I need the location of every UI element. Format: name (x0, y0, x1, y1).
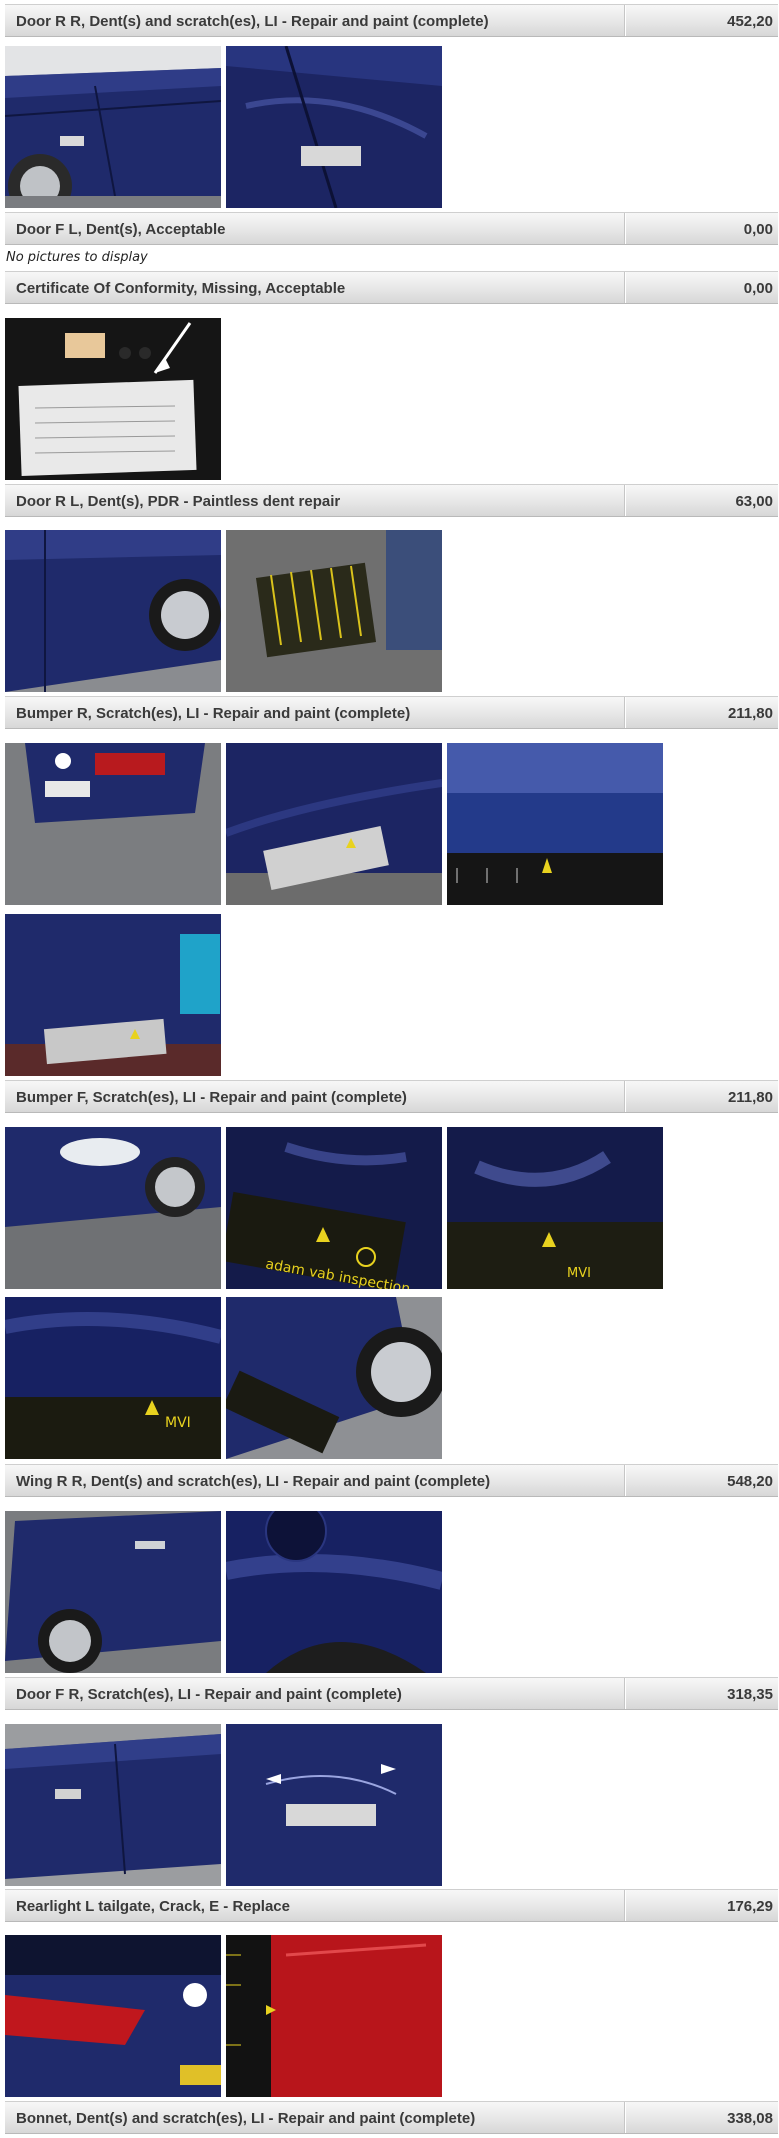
documents-photo (5, 318, 221, 480)
damage-title: Door R R, Dent(s) and scratch(es), LI - … (16, 13, 489, 30)
damage-photo-thumbnail[interactable] (5, 1511, 221, 1673)
column-divider (625, 1678, 626, 1709)
damage-photo-thumbnail[interactable] (5, 318, 221, 480)
rear-door-photo (5, 530, 221, 692)
column-divider (625, 485, 626, 516)
front-bumper-photo (5, 1127, 221, 1289)
damage-photo-thumbnail[interactable] (226, 1935, 442, 2097)
damage-photo-thumbnail[interactable] (226, 1511, 442, 1673)
damage-photo-thumbnail[interactable]: MVI (447, 1127, 663, 1289)
column-divider (625, 272, 626, 303)
front-door-photo (5, 1724, 221, 1886)
damage-title: Rearlight L tailgate, Crack, E - Replace (16, 1898, 290, 1915)
damage-title: Bumper R, Scratch(es), LI - Repair and p… (16, 705, 411, 722)
damage-amount: 318,35 (727, 1686, 773, 1703)
bumper-closeup-photo (447, 743, 663, 905)
damage-title: Bumper F, Scratch(es), LI - Repair and p… (16, 1089, 407, 1106)
damage-photo-thumbnail[interactable] (5, 46, 221, 208)
damage-title: Door F R, Scratch(es), LI - Repair and p… (16, 1686, 402, 1703)
damage-row-header[interactable]: Rearlight L tailgate, Crack, E - Replace… (5, 1889, 778, 1922)
damage-amount: 211,80 (727, 705, 773, 722)
door-photo (5, 46, 221, 208)
damage-photo-thumbnail[interactable]: adam vab inspection (226, 1127, 442, 1289)
logo-watermark: MVI (567, 1266, 591, 1281)
damage-row-header[interactable]: Door R R, Dent(s) and scratch(es), LI - … (5, 4, 778, 37)
damage-row-header[interactable]: Certificate Of Conformity, Missing, Acce… (5, 271, 778, 304)
damage-photo-thumbnail[interactable] (226, 530, 442, 692)
door-scratch-photo (226, 1724, 442, 1886)
damage-amount: 0,00 (743, 221, 773, 238)
damage-row-header[interactable]: Bonnet, Dent(s) and scratch(es), LI - Re… (5, 2101, 778, 2134)
damage-row-header[interactable]: Door F R, Scratch(es), LI - Repair and p… (5, 1677, 778, 1710)
damage-row-header[interactable]: Bumper R, Scratch(es), LI - Repair and p… (5, 696, 778, 729)
column-divider (625, 5, 626, 36)
damage-amount: 0,00 (743, 280, 773, 297)
damage-amount: 452,20 (727, 13, 773, 30)
damage-title: Door F L, Dent(s), Acceptable (16, 221, 226, 238)
wing-dent-photo (226, 1511, 442, 1673)
tailgate-photo (5, 1935, 221, 2097)
bumper-ruler-photo (226, 743, 442, 905)
damage-photo-thumbnail[interactable] (5, 530, 221, 692)
damage-amount: 211,80 (727, 1089, 773, 1106)
damage-amount: 338,08 (727, 2110, 773, 2127)
column-divider (625, 1081, 626, 1112)
column-divider (625, 2102, 626, 2133)
damage-photo-thumbnail[interactable] (226, 1724, 442, 1886)
column-divider (625, 213, 626, 244)
column-divider (625, 1465, 626, 1496)
damage-amount: 63,00 (735, 493, 773, 510)
bumper-inspection-photo: MVI (447, 1127, 663, 1289)
column-divider (625, 697, 626, 728)
damage-photo-thumbnail[interactable] (226, 46, 442, 208)
damage-amount: 176,29 (727, 1898, 773, 1915)
damage-title: Wing R R, Dent(s) and scratch(es), LI - … (16, 1473, 491, 1490)
scratch-closeup-photo (226, 46, 442, 208)
damage-title: Certificate Of Conformity, Missing, Acce… (16, 280, 346, 297)
damage-row-header[interactable]: Door R L, Dent(s), PDR - Paintless dent … (5, 484, 778, 517)
damage-photo-thumbnail[interactable] (5, 914, 221, 1076)
damage-photo-thumbnail[interactable] (5, 743, 221, 905)
damage-row-header[interactable]: Bumper F, Scratch(es), LI - Repair and p… (5, 1080, 778, 1113)
damage-row-header[interactable]: Door F L, Dent(s), Acceptable 0,00 (5, 212, 778, 245)
bumper-wheel-photo (226, 1297, 442, 1459)
logo-watermark: MVI (165, 1415, 191, 1431)
rearlight-crack-photo (226, 1935, 442, 2097)
pdr-gauge-photo (226, 530, 442, 692)
no-pictures-message: No pictures to display (6, 250, 148, 265)
bumper-scratch-ruler-photo: adam vab inspection (226, 1127, 442, 1289)
damage-photo-thumbnail[interactable] (5, 1724, 221, 1886)
damage-row-header[interactable]: Wing R R, Dent(s) and scratch(es), LI - … (5, 1464, 778, 1497)
bumper-ruler-photo-2: MVI (5, 1297, 221, 1459)
damage-photo-thumbnail[interactable] (5, 1127, 221, 1289)
damage-title: Door R L, Dent(s), PDR - Paintless dent … (16, 493, 341, 510)
damage-title: Bonnet, Dent(s) and scratch(es), LI - Re… (16, 2110, 476, 2127)
damage-photo-thumbnail[interactable] (5, 1935, 221, 2097)
damage-photo-thumbnail[interactable] (226, 1297, 442, 1459)
damage-photo-thumbnail[interactable]: MVI (5, 1297, 221, 1459)
damage-photo-thumbnail[interactable] (447, 743, 663, 905)
rear-wing-photo (5, 1511, 221, 1673)
damage-photo-thumbnail[interactable] (226, 743, 442, 905)
rear-bumper-photo (5, 743, 221, 905)
column-divider (625, 1890, 626, 1921)
damage-amount: 548,20 (727, 1473, 773, 1490)
bumper-plate-photo (5, 914, 221, 1076)
